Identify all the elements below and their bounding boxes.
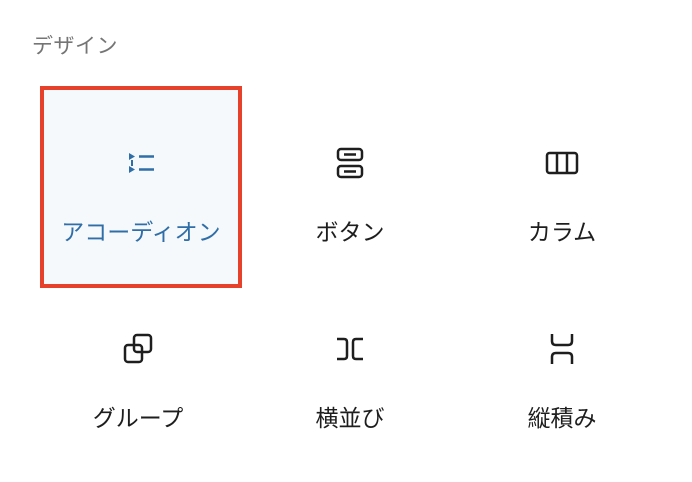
block-label-buttons: ボタン bbox=[315, 220, 385, 246]
group-icon bbox=[120, 331, 156, 367]
category-title: デザイン bbox=[32, 34, 118, 58]
stack-icon bbox=[544, 331, 580, 367]
columns-icon bbox=[544, 145, 580, 181]
block-item-row[interactable]: 横並び bbox=[244, 272, 456, 474]
block-item-group[interactable]: グループ bbox=[32, 272, 244, 474]
block-item-columns[interactable]: カラム bbox=[456, 86, 668, 288]
accordion-icon bbox=[123, 145, 159, 181]
block-label-row: 横並び bbox=[315, 406, 385, 432]
block-label-group: グループ bbox=[92, 406, 184, 432]
row-icon bbox=[332, 331, 368, 367]
block-label-columns: カラム bbox=[527, 220, 597, 246]
block-inserter-panel: デザイン アコーディオン ボタン カラム グループ 横並び 縦積み bbox=[0, 0, 692, 482]
block-item-accordion[interactable]: アコーディオン bbox=[40, 86, 242, 288]
block-item-buttons[interactable]: ボタン bbox=[244, 86, 456, 288]
block-label-stack: 縦積み bbox=[527, 406, 597, 432]
block-item-stack[interactable]: 縦積み bbox=[456, 272, 668, 474]
buttons-icon bbox=[332, 145, 368, 181]
block-label-accordion: アコーディオン bbox=[61, 220, 221, 246]
